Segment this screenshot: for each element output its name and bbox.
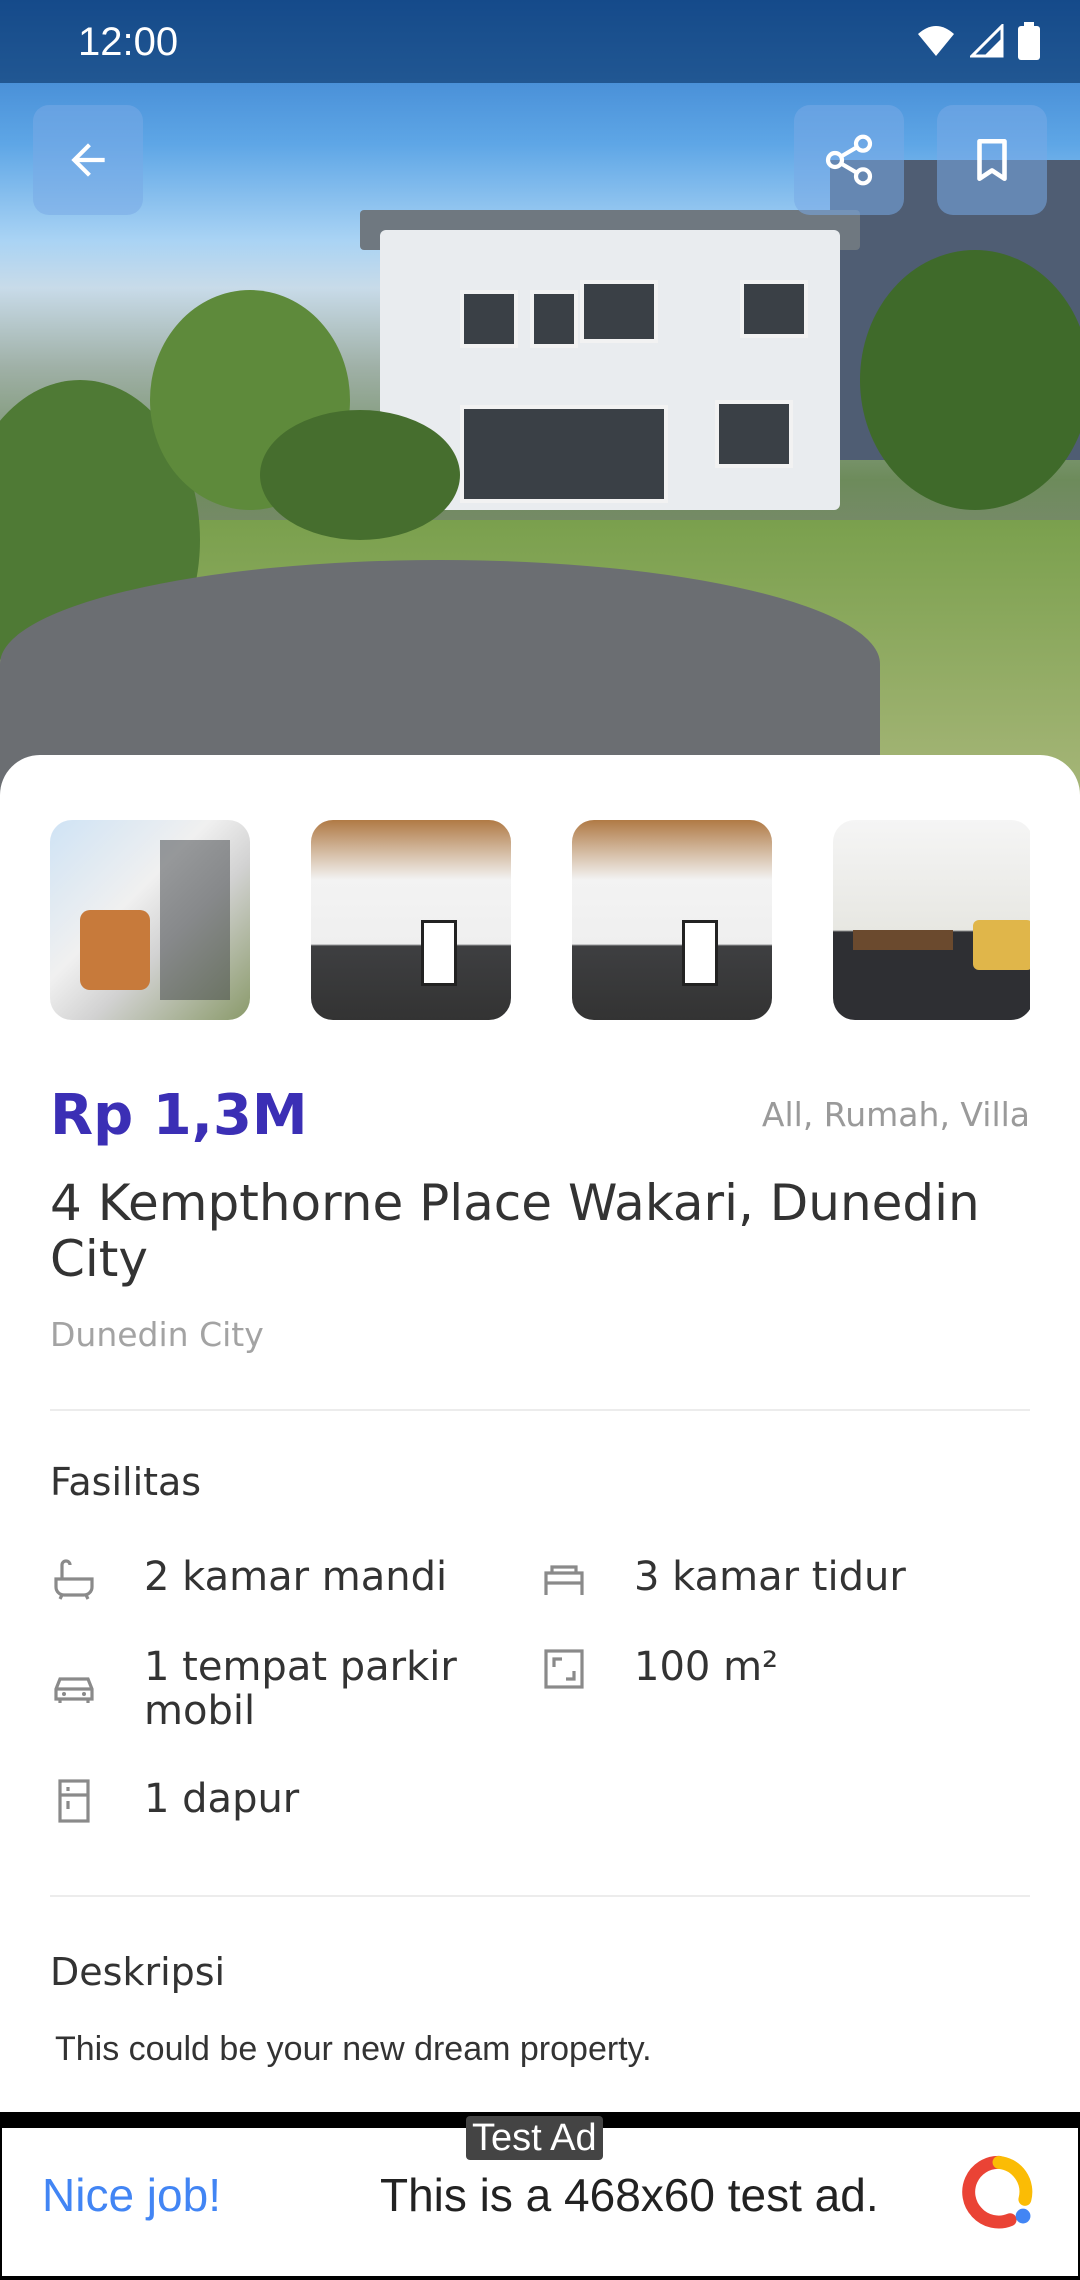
area-icon	[544, 1649, 584, 1689]
gallery-thumbnail[interactable]	[311, 820, 511, 1020]
ad-logo-icon	[962, 2155, 1033, 2229]
divider	[50, 1409, 1030, 1411]
bed-icon	[544, 1565, 584, 1595]
facilities-heading: Fasilitas	[50, 1460, 202, 1504]
gallery-thumbnail[interactable]	[572, 820, 772, 1020]
bookmark-button[interactable]	[937, 105, 1047, 215]
bathtub-icon	[54, 1559, 94, 1600]
arrow-left-icon	[71, 143, 105, 177]
detail-sheet: Rp 1,3M All, Rumah, Villa 4 Kempthorne P…	[0, 755, 1080, 2115]
divider	[50, 1895, 1030, 1897]
cell-signal-icon	[970, 24, 1004, 58]
wifi-icon	[918, 26, 954, 56]
ad-brand-link[interactable]: Nice job!	[42, 2168, 221, 2222]
listing-tags: All, Rumah, Villa	[761, 1095, 1030, 1134]
gallery-thumbnail[interactable]	[50, 820, 250, 1020]
bookmark-icon	[977, 138, 1007, 182]
photo-gallery	[50, 820, 1030, 1020]
facility-item: 1 dapur	[50, 1777, 464, 1825]
listing-price: Rp 1,3M	[50, 1083, 308, 1148]
facility-item: 2 kamar mandi	[50, 1555, 464, 1603]
kitchen-icon	[58, 1779, 90, 1823]
listing-title: 4 Kempthorne Place Wakari, Dunedin City	[50, 1174, 980, 1288]
status-time: 12:00	[78, 20, 179, 64]
listing-city: Dunedin City	[50, 1315, 264, 1354]
facility-item: 1 tempat parkir mobil	[50, 1645, 464, 1733]
facility-item: 100 m²	[540, 1645, 954, 1693]
battery-icon	[1018, 22, 1040, 60]
share-button[interactable]	[794, 105, 904, 215]
status-bar: 12:00	[0, 0, 1080, 83]
ad-text[interactable]: This is a 468x60 test ad.	[380, 2168, 879, 2222]
gallery-thumbnail[interactable]	[833, 820, 1030, 1020]
property-hero-image	[0, 0, 1080, 800]
description-heading: Deskripsi	[50, 1950, 226, 1994]
car-icon	[54, 1677, 94, 1703]
description-text: This could be your new dream property.	[55, 2030, 652, 2068]
ad-tag: Test Ad	[466, 2116, 603, 2160]
facility-item: 3 kamar tidur	[540, 1555, 954, 1603]
back-button[interactable]	[33, 105, 143, 215]
share-icon	[825, 134, 873, 186]
